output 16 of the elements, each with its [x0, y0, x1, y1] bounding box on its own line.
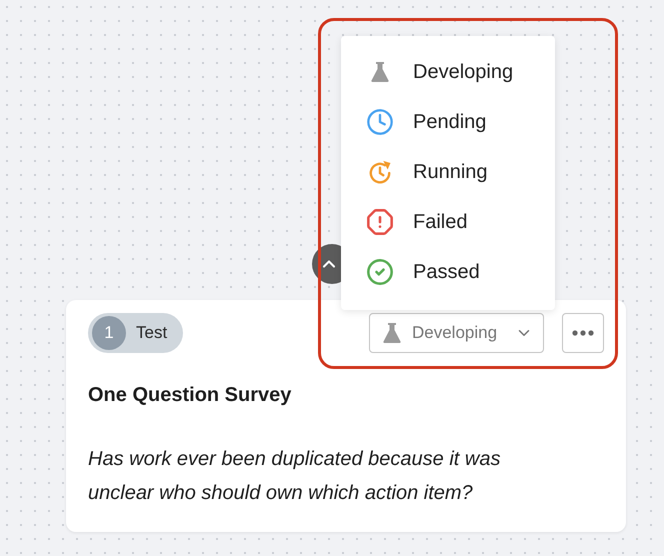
- menu-item[interactable]: Passed: [341, 247, 555, 297]
- clock-arrow-icon: [367, 159, 393, 185]
- more-button[interactable]: [562, 313, 604, 353]
- menu-item[interactable]: Failed: [341, 197, 555, 247]
- check-circle-icon: [366, 258, 394, 286]
- clock-icon: [366, 108, 394, 136]
- alert-octagon-icon: [366, 208, 394, 236]
- survey-title: One Question Survey: [88, 384, 292, 407]
- menu-item[interactable]: Pending: [341, 97, 555, 147]
- number-badge: 1: [92, 316, 126, 350]
- more-icon: [572, 330, 594, 336]
- badge-label: Test: [136, 323, 168, 343]
- menu-item[interactable]: Running: [341, 147, 555, 197]
- status-dropdown[interactable]: Developing: [369, 313, 544, 353]
- menu-item[interactable]: Developing: [341, 47, 555, 97]
- survey-question: Has work ever been duplicated because it was unclear who should own which action item?: [88, 447, 502, 506]
